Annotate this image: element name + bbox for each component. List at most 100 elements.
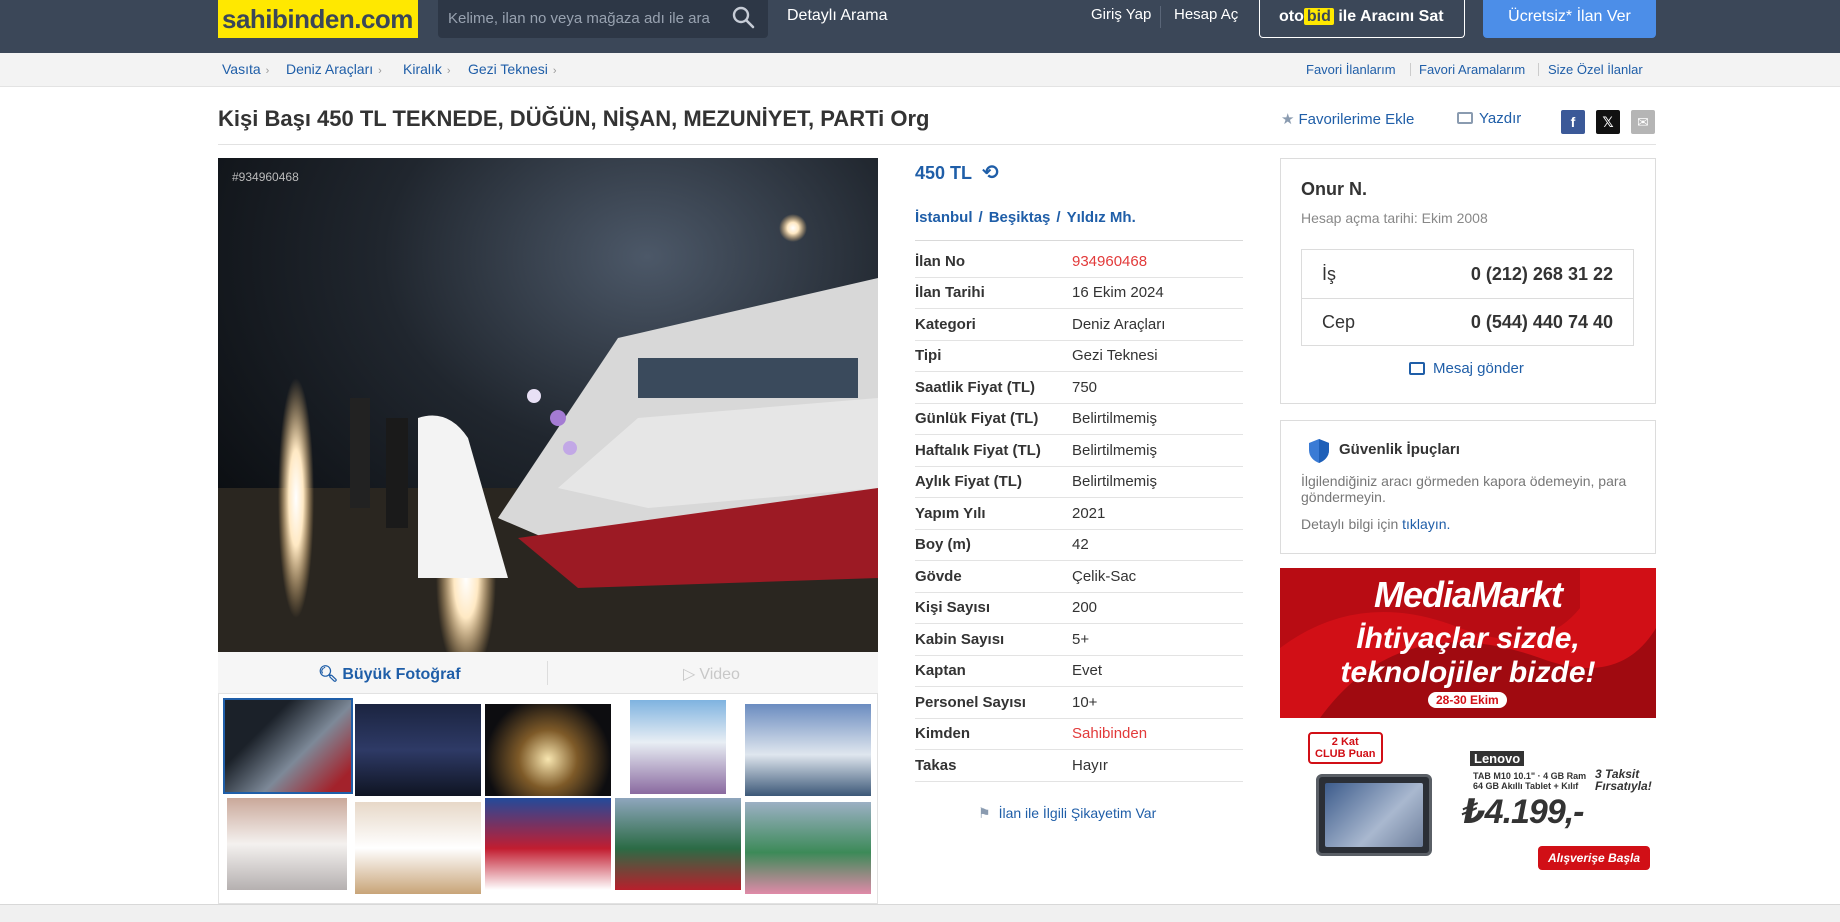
detail-row: Kimden Sahibinden xyxy=(915,719,1243,750)
otobid-label: ile Aracını Sat xyxy=(1333,8,1444,25)
site-logo[interactable]: sahibinden.com xyxy=(218,0,418,38)
safety-more-link[interactable]: tıklayın. xyxy=(1402,516,1450,532)
detail-row: Günlük Fiyat (TL) Belirtilmemiş xyxy=(915,404,1243,435)
safety-more: Detaylı bilgi için tıklayın. xyxy=(1301,516,1451,532)
safety-tips-box: Güvenlik İpuçları İlgilendiğiniz aracı g… xyxy=(1280,420,1656,554)
search-input[interactable] xyxy=(448,4,718,32)
thumbnail[interactable] xyxy=(745,704,871,796)
divider xyxy=(1410,63,1411,76)
thumbnail-gallery xyxy=(218,694,878,904)
detail-value: Belirtilmemiş xyxy=(1072,410,1158,428)
thumbnail[interactable] xyxy=(630,700,726,794)
top-navigation-bar: sahibinden.com Detaylı Arama Giriş Yap H… xyxy=(0,0,1840,53)
detail-row: Boy (m) 42 xyxy=(915,530,1243,561)
ad-banner: MediaMarkt İhtiyaçlar sizde, teknolojile… xyxy=(1280,568,1656,718)
breadcrumb-item[interactable]: Gezi Teknesi › xyxy=(468,61,557,77)
detail-value: 934960468 xyxy=(1072,252,1148,270)
favorite-searches-link[interactable]: Favori Aramalarım xyxy=(1419,62,1525,77)
search-icon[interactable] xyxy=(730,4,760,32)
otobid-oto: oto xyxy=(1279,8,1304,25)
detail-value: Gezi Teknesi xyxy=(1072,347,1158,365)
thumbnail[interactable] xyxy=(485,798,611,890)
detail-key: Tipi xyxy=(915,347,942,365)
detail-row: Kişi Sayısı 200 xyxy=(915,593,1243,624)
post-ad-button[interactable]: Ücretsiz* İlan Ver xyxy=(1483,0,1656,38)
video-button: ▷ Video xyxy=(683,666,740,683)
detail-key: Saatlik Fiyat (TL) xyxy=(915,378,1036,396)
detail-key: Kaptan xyxy=(915,662,966,680)
ad-installment: 3 Taksit Fırsatıyla! xyxy=(1595,767,1652,793)
ad-product-spec: TAB M10 10.1" · 4 GB Ram 64 GB Akıllı Ta… xyxy=(1473,771,1587,791)
favorite-listings-link[interactable]: Favori İlanlarım xyxy=(1306,62,1396,77)
listing-price: 450 TL ⟲ xyxy=(915,162,999,184)
detail-row: Gövde Çelik-Sac xyxy=(915,561,1243,593)
login-link[interactable]: Giriş Yap xyxy=(1091,6,1151,23)
otobid-sell-button[interactable]: oto bid ile Aracını Sat xyxy=(1259,0,1465,38)
thumbnail[interactable] xyxy=(615,798,741,890)
send-message-button[interactable]: Mesaj gönder xyxy=(1409,360,1524,377)
email-share-icon[interactable]: ✉ xyxy=(1631,110,1655,134)
detail-key: Kişi Sayısı xyxy=(915,599,991,617)
detail-value: Evet xyxy=(1072,662,1103,680)
location-district[interactable]: Beşiktaş xyxy=(989,209,1051,226)
ad-club-badge: 2 Kat CLUB Puan xyxy=(1308,732,1383,764)
thumbnail[interactable] xyxy=(745,802,871,894)
boat-night-photo xyxy=(218,158,878,652)
print-button[interactable]: Yazdır xyxy=(1457,110,1521,127)
detail-value: Sahibinden xyxy=(1072,725,1148,743)
x-share-icon[interactable]: 𝕏 xyxy=(1596,110,1620,134)
chat-bubble-icon xyxy=(1409,362,1425,375)
safety-text: İlgilendiğiniz aracı görmeden kapora öde… xyxy=(1301,473,1627,505)
thumbnail[interactable] xyxy=(227,798,347,890)
breadcrumb-item[interactable]: Kiralık › xyxy=(403,61,451,77)
detail-value: Deniz Araçları xyxy=(1072,315,1166,333)
seller-name[interactable]: Onur N. xyxy=(1301,179,1367,200)
detail-row: Tipi Gezi Teknesi xyxy=(915,341,1243,372)
thumbnail[interactable] xyxy=(355,704,481,796)
breadcrumb-bar: Vasıta › Deniz Araçları › Kiralık › Gezi Te… xyxy=(0,53,1840,87)
facebook-share-icon[interactable]: f xyxy=(1561,110,1585,134)
detail-value: Belirtilmemiş xyxy=(1072,473,1158,491)
detail-value: 2021 xyxy=(1072,504,1106,522)
chevron-right-icon: › xyxy=(446,65,451,77)
add-favorite-button[interactable]: ★ Favorilerime Ekle xyxy=(1281,110,1414,128)
special-listings-link[interactable]: Size Özel İlanlar xyxy=(1548,62,1643,77)
breadcrumb-item[interactable]: Vasıta › xyxy=(222,61,269,77)
detail-key: Boy (m) xyxy=(915,536,971,554)
main-photo[interactable]: #934960468 xyxy=(218,158,878,652)
location-neighborhood[interactable]: Yıldız Mh. xyxy=(1067,209,1136,226)
mediamarkt-advertisement[interactable]: MediaMarkt İhtiyaçlar sizde, teknolojile… xyxy=(1280,568,1656,880)
detail-value: Hayır xyxy=(1072,756,1108,774)
phone-number[interactable]: 0 (212) 268 31 22 xyxy=(1471,264,1613,285)
price-history-icon[interactable]: ⟲ xyxy=(982,162,999,184)
big-photo-button[interactable]: 🔍︎ Büyük Fotoğraf xyxy=(318,664,461,684)
complaint-link[interactable]: ⚑ İlan ile İlgili Şikayetim Var xyxy=(978,805,1156,822)
detail-value: Belirtilmemiş xyxy=(1072,441,1158,459)
phone-number[interactable]: 0 (544) 440 74 40 xyxy=(1471,312,1613,333)
phone-list: İş 0 (212) 268 31 22 Cep 0 (544) 440 74 40 xyxy=(1301,249,1634,346)
seller-join-date: Hesap açma tarihi: Ekim 2008 xyxy=(1301,210,1488,226)
listing-details-table: İlan No 934960468 İlan Tarihi 16 Ekim 2024 K… xyxy=(915,246,1243,782)
thumbnail[interactable] xyxy=(223,698,353,794)
thumbnail[interactable] xyxy=(485,704,611,796)
detail-key: Haftalık Fiyat (TL) xyxy=(915,441,1041,459)
ad-cta-button[interactable]: Alışverişe Başla xyxy=(1538,846,1651,870)
divider xyxy=(1538,63,1539,76)
location-city[interactable]: İstanbul xyxy=(915,209,973,226)
detail-value: 10+ xyxy=(1072,693,1098,711)
thumbnail[interactable] xyxy=(355,802,481,894)
tablet-image xyxy=(1316,774,1432,856)
detail-row: Kategori Deniz Araçları xyxy=(915,309,1243,341)
header-divider xyxy=(1160,6,1161,28)
detail-key: Personel Sayısı xyxy=(915,693,1026,711)
phone-label: Cep xyxy=(1322,312,1356,332)
detailed-search-link[interactable]: Detaylı Arama xyxy=(787,7,887,25)
detail-key: İlan No xyxy=(915,252,966,270)
register-link[interactable]: Hesap Aç xyxy=(1174,6,1238,23)
location-breadcrumb: İstanbul / Beşiktaş / Yıldız Mh. xyxy=(915,209,1136,226)
printer-icon xyxy=(1457,112,1473,124)
breadcrumb-item[interactable]: Deniz Araçları › xyxy=(286,61,382,77)
detail-key: İlan Tarihi xyxy=(915,284,985,302)
ad-brand: MediaMarkt xyxy=(1373,574,1563,615)
ad-dates: 28-30 Ekim xyxy=(1428,692,1507,708)
